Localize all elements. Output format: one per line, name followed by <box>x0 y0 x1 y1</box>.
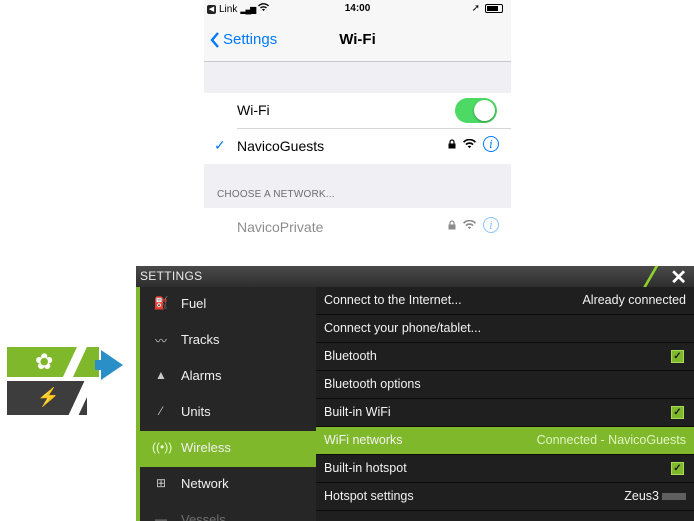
sidebar-item-label: Tracks <box>181 332 220 347</box>
row-value: Connected - NavicoGuests <box>536 433 686 447</box>
row-label: Connect your phone/tablet... <box>324 321 482 335</box>
sidebar-item-label: Network <box>181 476 229 491</box>
wifi-signal-icon <box>463 139 476 149</box>
wireless-connection-icon: ⚡ <box>37 387 60 407</box>
toggle-knob <box>474 100 495 121</box>
row-label: Connect to the Internet... <box>324 293 462 307</box>
dialog-title-bar: SETTINGS ✕ <box>136 266 694 290</box>
tile-divider <box>61 347 87 381</box>
network-icons: i <box>448 217 499 233</box>
wifi-toggle-row: Wi-Fi <box>204 93 511 128</box>
sidebar-item-units[interactable]: ⁄ Units <box>140 395 316 431</box>
network-row[interactable]: NavicoPrivate i <box>204 210 511 238</box>
network-icon: ⊞ <box>155 476 167 490</box>
pointer-arrow-icon <box>101 350 123 380</box>
gear-icon: ✿ <box>35 349 54 374</box>
wifi-row-label: Wi-Fi <box>237 102 270 118</box>
info-icon[interactable]: i <box>483 217 499 233</box>
network-name: NavicoPrivate <box>237 219 324 235</box>
network-icons: i <box>448 136 499 152</box>
location-arrow-icon: ➚ <box>471 3 480 14</box>
available-networks-group: NavicoPrivate i <box>204 208 511 238</box>
wifi-signal-icon <box>463 220 476 230</box>
hotspot-settings-row[interactable]: Hotspot settings Zeus3 <box>316 483 694 511</box>
connected-network-row[interactable]: ✓ NavicoGuests i <box>204 129 511 164</box>
alarm-bell-icon: ▲ <box>155 368 167 382</box>
bluetooth-options-row[interactable]: Bluetooth options <box>316 371 694 399</box>
fuel-icon: ⛽ <box>153 296 169 310</box>
wireless-settings-list: Connect to the Internet... Already conne… <box>316 287 694 521</box>
wifi-toggle-switch[interactable] <box>455 98 497 123</box>
row-label: Built-in WiFi <box>324 405 391 419</box>
section-header: CHOOSE A NETWORK... <box>217 189 335 200</box>
sidebar-item-fuel[interactable]: ⛽ Fuel <box>140 287 316 323</box>
redacted-suffix <box>662 493 686 501</box>
ios-status-bar: ◀ Link ▂▄▆ 14:00 ➚ <box>204 0 511 18</box>
vessels-icon: ▬ <box>155 512 167 521</box>
sidebar-item-alarms[interactable]: ▲ Alarms <box>140 359 316 395</box>
ios-nav-bar: Settings Wi-Fi <box>204 18 511 62</box>
settings-tile[interactable]: ✿ <box>7 347 99 381</box>
row-label: WiFi networks <box>324 433 403 447</box>
hotspot-name: Zeus3 <box>624 489 659 503</box>
wireless-tile[interactable]: ⚡ <box>7 377 97 417</box>
sidebar-item-label: Units <box>181 404 211 419</box>
sidebar-item-label: Vessels <box>181 512 226 521</box>
sidebar-item-label: Fuel <box>181 296 207 311</box>
status-time: 14:00 <box>344 3 371 14</box>
home-tiles: ✿ ⚡ <box>7 347 99 417</box>
settings-sidebar: ⛽ Fuel 〰 Tracks ▲ Alarms ⁄ Units ((•)) W… <box>136 287 316 521</box>
sidebar-item-wireless[interactable]: ((•)) Wireless <box>140 431 316 467</box>
lock-icon <box>448 220 456 230</box>
info-icon[interactable]: i <box>483 136 499 152</box>
lock-icon <box>448 139 456 149</box>
sidebar-accent <box>136 287 140 521</box>
wifi-group: Wi-Fi ✓ NavicoGuests i <box>204 93 511 164</box>
network-name: NavicoGuests <box>237 138 325 154</box>
tile-divider <box>67 377 97 417</box>
dialog-title: SETTINGS <box>140 269 203 283</box>
row-value: Already connected <box>582 293 686 307</box>
connect-phone-row[interactable]: Connect your phone/tablet... <box>316 315 694 343</box>
page-title: Wi-Fi <box>339 31 376 48</box>
row-label: Bluetooth options <box>324 377 421 391</box>
sidebar-item-vessels[interactable]: ▬ Vessels <box>140 503 316 521</box>
status-right: ➚ <box>472 3 503 14</box>
row-value: Zeus3 <box>624 489 686 503</box>
wifi-networks-row[interactable]: WiFi networks Connected - NavicoGuests <box>316 427 694 455</box>
bluetooth-checkbox[interactable]: ✓ <box>671 350 684 363</box>
battery-icon <box>485 4 503 13</box>
row-label: Built-in hotspot <box>324 461 407 475</box>
row-label: Hotspot settings <box>324 489 414 503</box>
zeus-settings-dialog: SETTINGS ✕ ⛽ Fuel 〰 Tracks ▲ Alarms ⁄ Un… <box>136 266 694 521</box>
builtin-wifi-checkbox[interactable]: ✓ <box>671 406 684 419</box>
wireless-icon: ((•)) <box>152 440 173 454</box>
tracks-icon: 〰 <box>154 334 167 348</box>
sidebar-item-label: Wireless <box>181 440 231 455</box>
builtin-hotspot-row[interactable]: Built-in hotspot ✓ <box>316 455 694 483</box>
connect-internet-row[interactable]: Connect to the Internet... Already conne… <box>316 287 694 315</box>
checkmark-icon: ✓ <box>214 137 226 153</box>
sidebar-item-tracks[interactable]: 〰 Tracks <box>140 323 316 359</box>
builtin-hotspot-checkbox[interactable]: ✓ <box>671 462 684 475</box>
bluetooth-row[interactable]: Bluetooth ✓ <box>316 343 694 371</box>
units-ruler-icon: ⁄ <box>159 404 162 418</box>
iphone-wifi-screen: ◀ Link ▂▄▆ 14:00 ➚ Settings Wi-Fi Wi-Fi <box>204 0 511 238</box>
sidebar-item-label: Alarms <box>181 368 222 383</box>
builtin-wifi-row[interactable]: Built-in WiFi ✓ <box>316 399 694 427</box>
row-label: Bluetooth <box>324 349 377 363</box>
sidebar-item-network[interactable]: ⊞ Network <box>140 467 316 503</box>
